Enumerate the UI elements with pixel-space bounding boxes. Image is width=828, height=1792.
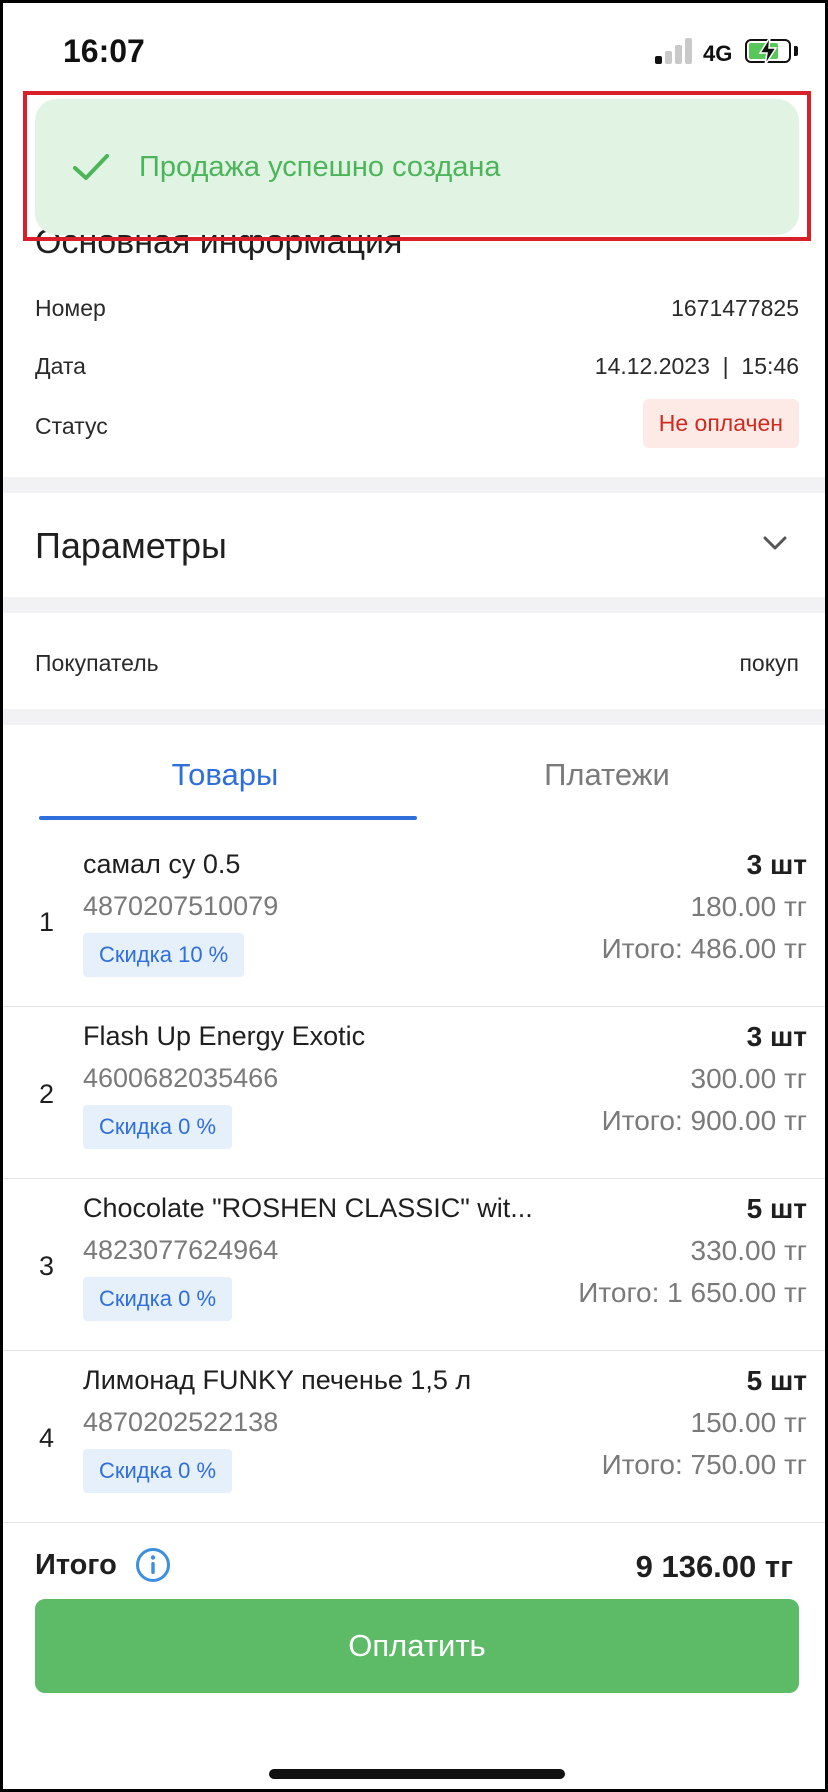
item-quantity: 3 шт bbox=[746, 1021, 807, 1052]
status-time: 16:07 bbox=[63, 33, 145, 69]
item-name: Лимонад FUNKY печенье 1,5 л bbox=[83, 1365, 472, 1395]
divider bbox=[3, 709, 825, 725]
home-indicator bbox=[269, 1769, 565, 1779]
date-label: Дата bbox=[35, 353, 86, 379]
discount-badge: Скидка 10 % bbox=[83, 933, 245, 977]
battery-tip bbox=[794, 46, 798, 56]
toast-highlight-frame bbox=[23, 91, 811, 241]
tab-active-indicator bbox=[39, 816, 417, 820]
list-item[interactable]: 2 Flash Up Energy Exotic 4600682035466 С… bbox=[3, 1007, 825, 1179]
network-label: 4G bbox=[703, 41, 733, 66]
buyer-row: Покупатель покуп bbox=[35, 650, 799, 677]
item-total: Итого: 1 650.00 тг bbox=[578, 1277, 807, 1308]
item-total: Итого: 750.00 тг bbox=[601, 1449, 807, 1480]
list-item[interactable]: 4 Лимонад FUNKY печенье 1,5 л 4870202522… bbox=[3, 1351, 825, 1523]
pay-button[interactable]: Оплатить bbox=[35, 1599, 799, 1693]
status-row: Статус Не оплачен bbox=[35, 399, 799, 448]
item-quantity: 3 шт bbox=[746, 849, 807, 880]
item-quantity: 5 шт bbox=[746, 1193, 807, 1224]
charging-icon bbox=[758, 36, 778, 66]
item-name: самал су 0.5 bbox=[83, 849, 241, 879]
item-total: Итого: 900.00 тг bbox=[601, 1105, 807, 1136]
buyer-label: Покупатель bbox=[35, 650, 159, 676]
status-bar: 16:07 4G bbox=[3, 3, 825, 93]
list-item[interactable]: 1 самал су 0.5 4870207510079 Скидка 10 %… bbox=[3, 835, 825, 1007]
item-barcode: 4870202522138 bbox=[83, 1407, 279, 1437]
number-label: Номер bbox=[35, 295, 106, 321]
buyer-value: покуп bbox=[739, 650, 799, 676]
item-index: 3 bbox=[39, 1251, 55, 1281]
item-index: 2 bbox=[39, 1079, 55, 1109]
discount-badge: Скидка 0 % bbox=[83, 1449, 233, 1493]
date-row: Дата 14.12.2023 | 15:46 bbox=[35, 353, 799, 380]
status-badge: Не оплачен bbox=[642, 399, 799, 448]
item-barcode: 4823077624964 bbox=[83, 1235, 279, 1265]
divider bbox=[3, 477, 825, 493]
item-barcode: 4870207510079 bbox=[83, 891, 279, 921]
tab-goods[interactable]: Товары bbox=[35, 757, 415, 793]
item-index: 4 bbox=[39, 1423, 55, 1453]
info-icon[interactable] bbox=[135, 1547, 171, 1583]
item-price: 150.00 тг bbox=[690, 1407, 807, 1438]
status-label: Статус bbox=[35, 413, 108, 439]
divider bbox=[3, 597, 825, 613]
date-value: 14.12.2023 | 15:46 bbox=[594, 353, 799, 379]
tab-payments[interactable]: Платежи bbox=[417, 757, 797, 793]
total-value: 9 136.00 тг bbox=[635, 1549, 793, 1584]
item-price: 330.00 тг bbox=[690, 1235, 807, 1266]
total-label: Итого bbox=[35, 1549, 117, 1581]
signal-icon bbox=[655, 38, 695, 64]
number-row: Номер 1671477825 bbox=[35, 295, 799, 322]
params-header[interactable]: Параметры bbox=[3, 493, 825, 597]
discount-badge: Скидка 0 % bbox=[83, 1277, 233, 1321]
app-screen: 16:07 4G Основная информация Номер 16714… bbox=[0, 0, 828, 1792]
params-title: Параметры bbox=[35, 525, 227, 566]
chevron-down-icon[interactable] bbox=[761, 533, 789, 553]
item-quantity: 5 шт bbox=[746, 1365, 807, 1396]
item-barcode: 4600682035466 bbox=[83, 1063, 279, 1093]
item-index: 1 bbox=[39, 907, 55, 937]
discount-badge: Скидка 0 % bbox=[83, 1105, 233, 1149]
item-name: Chocolate "ROSHEN CLASSIC" wit... bbox=[83, 1193, 533, 1223]
item-price: 180.00 тг bbox=[690, 891, 807, 922]
list-item[interactable]: 3 Chocolate "ROSHEN CLASSIC" wit... 4823… bbox=[3, 1179, 825, 1351]
number-value: 1671477825 bbox=[671, 295, 799, 321]
item-total: Итого: 486.00 тг bbox=[601, 933, 807, 964]
item-price: 300.00 тг bbox=[690, 1063, 807, 1094]
item-name: Flash Up Energy Exotic bbox=[83, 1021, 366, 1051]
